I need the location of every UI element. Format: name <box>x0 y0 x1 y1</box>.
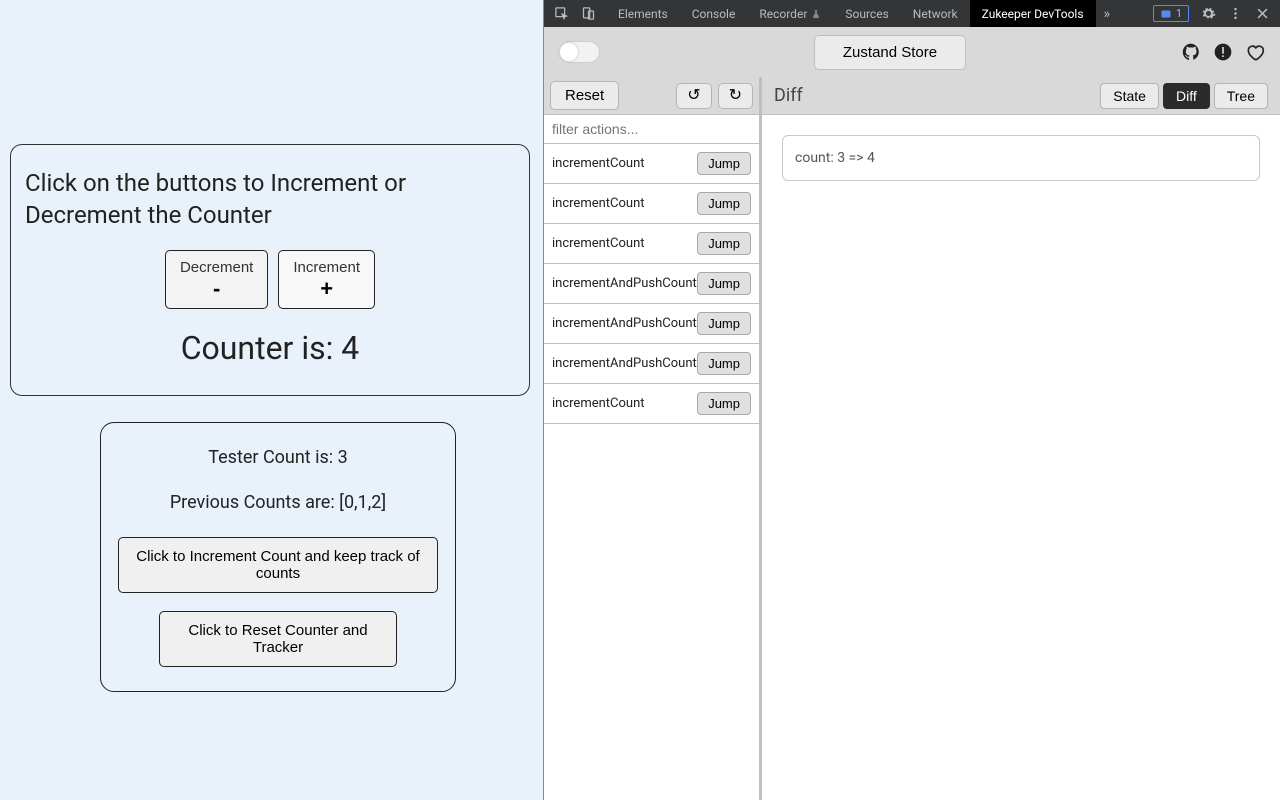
github-icon[interactable] <box>1180 41 1202 63</box>
device-toggle-icon[interactable] <box>581 6 596 21</box>
increment-track-button[interactable]: Click to Increment Count and keep track … <box>118 537 438 593</box>
diff-header: Diff State Diff Tree <box>762 77 1280 115</box>
counter-title: Click on the buttons to Increment or Dec… <box>25 167 515 232</box>
view-tab-tree[interactable]: Tree <box>1214 83 1268 109</box>
decrement-label: Decrement <box>180 259 253 276</box>
action-row[interactable]: incrementCount Jump <box>544 224 759 264</box>
previous-counts-line: Previous Counts are: [0,1,2] <box>117 492 439 513</box>
action-row[interactable]: incrementCount Jump <box>544 184 759 224</box>
tester-count-line: Tester Count is: 3 <box>117 447 439 468</box>
tab-recorder-label: Recorder <box>759 7 807 21</box>
counter-card: Click on the buttons to Increment or Dec… <box>10 144 530 396</box>
heart-icon[interactable] <box>1244 41 1266 63</box>
diff-body: count: 3 => 4 <box>762 115 1280 201</box>
action-name: incrementAndPushCount <box>552 356 697 371</box>
devtools-leading-icons <box>544 0 606 27</box>
tab-elements[interactable]: Elements <box>606 0 680 27</box>
view-tab-state[interactable]: State <box>1100 83 1159 109</box>
filter-actions-input[interactable] <box>544 115 759 144</box>
jump-button[interactable]: Jump <box>697 232 751 255</box>
action-name: incrementCount <box>552 236 645 251</box>
action-row[interactable]: incrementAndPushCountJump <box>544 264 759 304</box>
tester-card: Tester Count is: 3 Previous Counts are: … <box>100 422 456 692</box>
step-forward-button[interactable]: ↻ <box>718 83 753 109</box>
jump-button[interactable]: Jump <box>697 152 751 175</box>
tab-sources[interactable]: Sources <box>833 0 900 27</box>
counter-buttons-row: Decrement - Increment + <box>25 250 515 309</box>
app-panel: Click on the buttons to Increment or Dec… <box>0 0 543 800</box>
flask-icon <box>811 9 821 19</box>
alert-circle-icon[interactable] <box>1212 41 1234 63</box>
dark-mode-toggle[interactable] <box>558 41 600 63</box>
counter-value: Counter is: 4 <box>25 329 515 367</box>
action-row[interactable]: incrementCount Jump <box>544 144 759 184</box>
devtools-tab-bar: Elements Console Recorder Sources Networ… <box>544 0 1280 27</box>
action-name: incrementAndPushCount <box>552 276 697 291</box>
devtools-panel: Elements Console Recorder Sources Networ… <box>543 0 1280 800</box>
actions-column: Reset ↺ ↻ incrementCountJumpincrementCou… <box>544 77 762 800</box>
jump-button[interactable]: Jump <box>697 192 751 215</box>
diff-title: Diff <box>774 85 803 106</box>
more-tabs-chevron-icon[interactable]: » <box>1096 0 1119 27</box>
inspect-icon[interactable] <box>554 6 569 21</box>
step-back-button[interactable]: ↺ <box>676 83 711 109</box>
diff-content: count: 3 => 4 <box>782 135 1260 181</box>
action-name: incrementCount <box>552 396 645 411</box>
plus-icon: + <box>293 276 360 302</box>
actions-header: Reset ↺ ↻ <box>544 77 759 115</box>
increment-label: Increment <box>293 259 360 276</box>
view-tab-diff[interactable]: Diff <box>1163 83 1210 109</box>
devtools-trailing-icons: 1 <box>1153 0 1280 27</box>
settings-gear-icon[interactable] <box>1201 6 1216 21</box>
diff-column: Diff State Diff Tree count: 3 => 4 <box>762 77 1280 800</box>
jump-button[interactable]: Jump <box>697 272 751 295</box>
reset-actions-button[interactable]: Reset <box>550 81 619 110</box>
jump-button[interactable]: Jump <box>697 352 751 375</box>
tab-network[interactable]: Network <box>901 0 970 27</box>
store-toolbar-icons <box>1180 41 1266 63</box>
increment-button[interactable]: Increment + <box>278 250 375 309</box>
reset-tracker-button[interactable]: Click to Reset Counter and Tracker <box>159 611 397 667</box>
issues-badge[interactable]: 1 <box>1153 5 1189 22</box>
store-toolbar: Zustand Store <box>544 27 1280 77</box>
jump-button[interactable]: Jump <box>697 312 751 335</box>
action-row[interactable]: incrementAndPushCountJump <box>544 344 759 384</box>
decrement-button[interactable]: Decrement - <box>165 250 268 309</box>
action-name: incrementCount <box>552 156 645 171</box>
issues-count: 1 <box>1176 7 1182 20</box>
jump-button[interactable]: Jump <box>697 392 751 415</box>
view-tabs: State Diff Tree <box>1100 83 1268 109</box>
tab-zukeeper[interactable]: Zukeeper DevTools <box>970 0 1096 27</box>
action-name: incrementAndPushCount <box>552 316 697 331</box>
action-row[interactable]: incrementAndPushCountJump <box>544 304 759 344</box>
kebab-menu-icon[interactable] <box>1228 6 1243 21</box>
close-devtools-icon[interactable] <box>1255 6 1270 21</box>
action-row[interactable]: incrementCount Jump <box>544 384 759 424</box>
devtools-main: Reset ↺ ↻ incrementCountJumpincrementCou… <box>544 77 1280 800</box>
tab-recorder[interactable]: Recorder <box>747 0 833 27</box>
zustand-store-button[interactable]: Zustand Store <box>814 35 966 70</box>
action-name: incrementCount <box>552 196 645 211</box>
minus-icon: - <box>180 276 253 302</box>
action-list: incrementCountJumpincrementCountJumpincr… <box>544 144 759 424</box>
tab-console[interactable]: Console <box>680 0 748 27</box>
